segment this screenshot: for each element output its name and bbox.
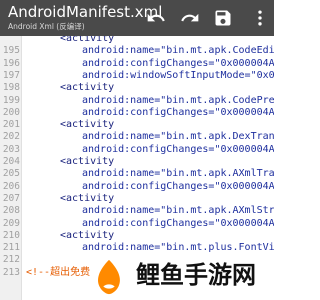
line-number: 212: [2, 254, 20, 266]
line-text: <activity: [60, 156, 115, 167]
line-text: android:configChanges="0x000004A0" />: [82, 180, 274, 192]
line-number: 198: [2, 82, 20, 94]
code-line: 203 android:configChanges="0x000004A0" /…: [0, 144, 274, 156]
line-text: <activity: [60, 82, 115, 94]
code-line: 200 android:configChanges="0x000004A0" /…: [0, 107, 274, 119]
line-number: 211: [2, 242, 20, 254]
watermark-overlay: 鲤鱼手游网: [90, 252, 274, 300]
line-number: 210: [2, 229, 20, 241]
line-number: 203: [2, 143, 20, 155]
line-text: android:configChanges="0x000004A0" />: [82, 143, 274, 155]
line-number: 209: [2, 217, 20, 229]
code-line: 207 <activity: [0, 193, 274, 205]
line-number: 201: [2, 119, 20, 131]
line-number: 200: [2, 106, 20, 118]
code-line: 196 android:configChanges="0x000004A0": [0, 58, 274, 70]
file-title: AndroidManifest.xml: [8, 3, 163, 21]
code-line: 205 android:name="bin.mt.apk.AXmlTransla…: [0, 168, 274, 180]
file-subtitle: Android Xml (反编译): [8, 22, 85, 31]
more-vert-icon: [258, 10, 262, 26]
line-text: android:name="bin.mt.apk.CodePreference": [82, 94, 274, 106]
line-text: android:name="bin.mt.apk.AXmlTranslation…: [82, 168, 274, 180]
undo-icon: [147, 13, 165, 22]
code-line: 199 android:name="bin.mt.apk.CodePrefere…: [0, 95, 274, 107]
code-line: <activity: [0, 36, 274, 45]
line-number: 197: [2, 69, 20, 81]
code-line: 204 <activity: [0, 156, 274, 168]
code-line: 209 android:configChanges="0x000004A0" /…: [0, 218, 274, 230]
more-options-button[interactable]: [250, 8, 270, 28]
line-text: android:name="bin.mt.apk.DexTranslation": [82, 131, 274, 143]
line-text: <activity: [60, 119, 115, 131]
code-line: 201 <activity: [0, 119, 274, 131]
line-number: 208: [2, 205, 20, 217]
line-text: <activity: [60, 229, 115, 241]
line-number: 207: [2, 192, 20, 204]
line-text: android:configChanges="0x000004A0" />: [82, 217, 274, 229]
undo-button[interactable]: [146, 8, 166, 28]
line-number: 213: [2, 266, 20, 278]
app-toolbar: AndroidManifest.xml Android Xml (反编译): [0, 0, 274, 36]
line-number: 195: [2, 45, 20, 57]
line-number: 206: [2, 180, 20, 192]
code-line: 195 android:name="bin.mt.apk.CodeEditor": [0, 45, 274, 57]
line-text: android:name="bin.mt.apk.AXmlStringsEdit…: [82, 205, 274, 217]
redo-icon: [181, 13, 199, 22]
line-text: android:windowSoftInputMode="0x00000010": [82, 69, 274, 81]
save-icon: [215, 10, 231, 26]
line-number: 202: [2, 131, 20, 143]
watermark-text: 鲤鱼手游网: [136, 261, 256, 289]
code-line: 206 android:configChanges="0x000004A0" /…: [0, 181, 274, 193]
code-line: 197 android:windowSoftInputMode="0x00000…: [0, 70, 274, 82]
line-text: android:configChanges="0x000004A0": [82, 57, 274, 69]
line-text: <!--超出免费: [26, 266, 91, 278]
line-text: android:configChanges="0x000004A0" />: [82, 106, 274, 118]
code-line: 208 android:name="bin.mt.apk.AXmlStrings…: [0, 205, 274, 217]
code-line: 198 <activity: [0, 82, 274, 94]
code-line: 202 android:name="bin.mt.apk.DexTranslat…: [0, 131, 274, 143]
line-number: 199: [2, 94, 20, 106]
line-text: <activity: [60, 36, 115, 44]
line-number: 205: [2, 168, 20, 180]
code-line: 210 <activity: [0, 230, 274, 242]
line-number: 204: [2, 156, 20, 167]
fish-logo-icon: [98, 259, 120, 295]
redo-button[interactable]: [180, 8, 200, 28]
line-text: <activity: [60, 192, 115, 204]
save-button[interactable]: [213, 8, 233, 28]
line-text: android:name="bin.mt.apk.CodeEditor": [82, 45, 274, 57]
line-number: 196: [2, 57, 20, 69]
